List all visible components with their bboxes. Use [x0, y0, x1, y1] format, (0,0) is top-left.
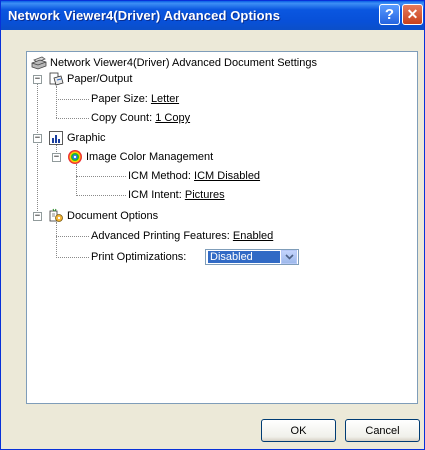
tree-line: [56, 99, 89, 100]
icm-method-label: ICM Method:: [128, 170, 191, 182]
tree-item-advanced-printing[interactable]: Advanced Printing Features: Enabled: [91, 228, 273, 244]
settings-tree[interactable]: Network Viewer4(Driver) Advanced Documen…: [26, 51, 418, 404]
graphic-chart-icon: [48, 130, 64, 146]
tree-line: [56, 257, 89, 258]
paper-output-icon: [48, 71, 64, 87]
tree-item-icm-intent[interactable]: ICM Intent: Pictures: [128, 187, 225, 203]
tree-item-copy-count[interactable]: Copy Count: 1 Copy: [91, 110, 190, 126]
help-button[interactable]: ?: [379, 4, 400, 25]
copy-count-value[interactable]: 1 Copy: [155, 110, 190, 126]
window-title: Network Viewer4(Driver) Advanced Options: [8, 8, 281, 23]
tree-line: [76, 164, 77, 196]
collapse-paper-output-icon[interactable]: −: [33, 75, 42, 84]
paper-output-label: Paper/Output: [67, 73, 133, 85]
ok-button[interactable]: OK: [261, 419, 336, 442]
advanced-printing-value[interactable]: Enabled: [233, 228, 273, 244]
tree-line: [56, 118, 89, 119]
paper-size-label: Paper Size:: [91, 93, 148, 105]
collapse-icm-icon[interactable]: −: [52, 153, 61, 162]
tree-item-image-color-management[interactable]: Image Color Management: [67, 149, 213, 165]
tree-line: [56, 236, 89, 237]
print-optimizations-label: Print Optimizations:: [91, 251, 187, 263]
dropdown-arrow-button[interactable]: [281, 250, 297, 264]
tree-item-document-options[interactable]: Document Options: [48, 208, 158, 224]
icm-method-value[interactable]: ICM Disabled: [194, 168, 260, 184]
color-wheel-icon: [67, 149, 83, 165]
graphic-label: Graphic: [67, 132, 106, 144]
help-icon: ?: [384, 6, 395, 23]
print-optimizations-selected-value: Disabled: [207, 250, 281, 264]
close-button[interactable]: ✕: [402, 4, 423, 25]
tree-line: [56, 86, 57, 118]
icm-intent-value[interactable]: Pictures: [185, 187, 225, 203]
tree-line: [56, 222, 57, 258]
chevron-down-icon: [284, 254, 294, 260]
collapse-graphic-icon[interactable]: −: [33, 134, 42, 143]
document-options-label: Document Options: [67, 210, 159, 222]
copy-count-label: Copy Count:: [91, 112, 153, 124]
tree-root-label: Network Viewer4(Driver) Advanced Documen…: [50, 57, 317, 69]
close-icon: ✕: [406, 6, 419, 22]
advanced-options-dialog: Network Viewer4(Driver) Advanced Options…: [0, 0, 425, 450]
tree-line: [37, 76, 38, 211]
printer-icon: [31, 55, 47, 71]
collapse-document-options-icon[interactable]: −: [33, 212, 42, 221]
advanced-printing-label: Advanced Printing Features:: [91, 230, 230, 242]
tree-item-paper-size[interactable]: Paper Size: Letter: [91, 91, 179, 107]
cancel-button[interactable]: Cancel: [345, 419, 420, 442]
tree-item-icm-method[interactable]: ICM Method: ICM Disabled: [128, 168, 260, 184]
print-optimizations-select[interactable]: Disabled: [205, 249, 299, 265]
tree-item-print-optimizations[interactable]: Print Optimizations:: [91, 249, 186, 265]
tree-root[interactable]: Network Viewer4(Driver) Advanced Documen…: [31, 55, 317, 71]
tree-item-paper-output[interactable]: Paper/Output: [48, 71, 132, 87]
tree-item-graphic[interactable]: Graphic: [48, 130, 106, 146]
icm-label: Image Color Management: [86, 151, 214, 163]
tree-line: [76, 176, 126, 177]
tree-line: [76, 195, 126, 196]
document-options-icon: [48, 208, 64, 224]
title-bar[interactable]: Network Viewer4(Driver) Advanced Options…: [1, 1, 424, 30]
paper-size-value[interactable]: Letter: [151, 91, 179, 107]
icm-intent-label: ICM Intent:: [128, 189, 182, 201]
